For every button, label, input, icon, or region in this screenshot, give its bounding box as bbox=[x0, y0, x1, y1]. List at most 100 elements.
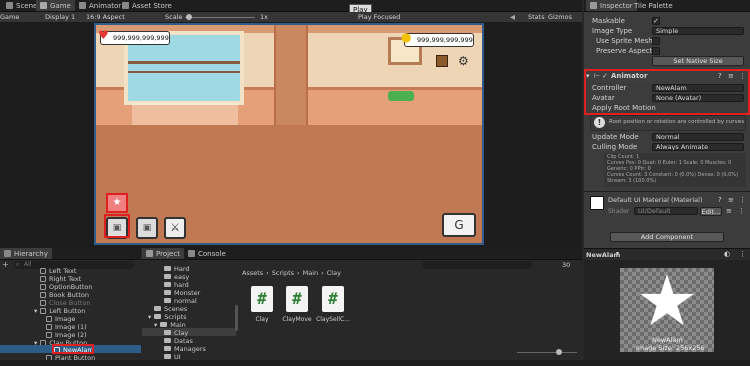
project-search[interactable] bbox=[422, 261, 532, 269]
tab-asset-store[interactable]: Asset Store bbox=[118, 0, 176, 11]
tree-scrollbar[interactable] bbox=[235, 305, 238, 331]
more-options-icon[interactable]: ⋮ bbox=[739, 250, 746, 258]
star-sprite-icon: ★ bbox=[635, 260, 699, 342]
display-mode-dropdown[interactable]: Game bbox=[0, 13, 19, 21]
use-sprite-mesh-row: Use Sprite Mesh bbox=[584, 36, 750, 46]
help-icon[interactable]: ? bbox=[718, 196, 722, 204]
folder-icon bbox=[164, 282, 171, 287]
image-type-row: Image Type Simple bbox=[584, 26, 750, 36]
tab-game[interactable]: Game bbox=[36, 0, 75, 11]
breadcrumb-item[interactable]: Clay bbox=[327, 269, 341, 277]
update-mode-dropdown[interactable]: Normal bbox=[652, 133, 744, 141]
scale-slider-thumb[interactable] bbox=[186, 14, 192, 20]
breadcrumb-item[interactable]: Assets bbox=[242, 269, 263, 277]
preview-header: NewAlam ▾ ◐ ⋮ bbox=[584, 248, 750, 260]
tab-tile-palette[interactable]: Tile Palette bbox=[630, 0, 677, 11]
set-native-size-button[interactable]: Set Native Size bbox=[652, 56, 744, 66]
status-bar bbox=[0, 360, 750, 366]
image-type-label: Image Type bbox=[592, 27, 633, 35]
script-asset[interactable]: # ClaySellC... bbox=[316, 286, 350, 323]
use-sprite-mesh-checkbox[interactable] bbox=[652, 37, 660, 45]
folder-icon bbox=[164, 330, 171, 335]
selected-folder-row[interactable] bbox=[142, 328, 236, 336]
hierarchy-icon bbox=[4, 250, 11, 257]
folder-icon bbox=[146, 250, 153, 257]
folder-icon bbox=[164, 274, 171, 279]
expand-arrow-icon[interactable]: ▾ bbox=[34, 307, 37, 315]
play-focused-dropdown[interactable]: Play Focused bbox=[358, 13, 400, 21]
material-title: Default UI Material (Material) bbox=[608, 196, 703, 204]
update-mode-row: Update Mode Normal bbox=[584, 132, 750, 142]
gameobject-icon bbox=[46, 323, 52, 330]
preview-caption-name: NewAlam bbox=[652, 336, 683, 344]
chevron-down-icon[interactable]: ▾ bbox=[616, 250, 619, 257]
thumbnail-size-thumb[interactable] bbox=[556, 349, 562, 355]
folder-icon bbox=[164, 266, 171, 271]
folder-icon bbox=[164, 346, 171, 351]
root-info-text: Root position or rotation are controlled… bbox=[609, 119, 745, 125]
hierarchy-tab-bar: Hierarchy bbox=[0, 248, 141, 260]
animator-stats-box: Clip Count: 1 Curves Pos: 0 Quat: 0 Eule… bbox=[604, 153, 746, 187]
scale-label: Scale bbox=[165, 13, 183, 21]
game-viewport: ♥ 999,999,999,999 ● 999,999,999,999 ⚙ ★ … bbox=[0, 23, 582, 248]
script-asset[interactable]: # Clay bbox=[245, 286, 279, 323]
sword-button[interactable]: ⚔ bbox=[164, 217, 186, 239]
animator-icon bbox=[79, 2, 86, 9]
bag-button[interactable]: G bbox=[442, 213, 476, 237]
gameobject-icon bbox=[46, 315, 52, 322]
preserve-aspect-label: Preserve Aspect bbox=[596, 47, 653, 55]
preview-caption-size: Image Size: 256x256 bbox=[636, 344, 705, 352]
clay-button-2[interactable]: ▣ bbox=[136, 217, 158, 239]
store-icon bbox=[122, 2, 129, 9]
shader-more-icon[interactable]: ⋮ bbox=[738, 207, 745, 215]
presets-icon[interactable]: ≡ bbox=[728, 196, 734, 204]
csharp-script-icon: # bbox=[286, 286, 308, 312]
stats-button[interactable]: Stats bbox=[528, 13, 545, 21]
csharp-script-icon: # bbox=[251, 286, 273, 312]
breadcrumb-item[interactable]: Scripts bbox=[272, 269, 294, 277]
alarm-star-button[interactable]: ★ bbox=[106, 193, 128, 213]
coins-counter: ● 999,999,999,999 bbox=[401, 31, 474, 47]
inspector-panel: Maskable ✓ Image Type Simple Use Sprite Me… bbox=[584, 12, 750, 248]
add-component-button[interactable]: Add Component bbox=[610, 232, 724, 242]
shader-dropdown[interactable]: UI/Default bbox=[634, 207, 698, 215]
folder-icon bbox=[164, 290, 171, 295]
tab-project[interactable]: Project bbox=[142, 248, 184, 259]
book-icon[interactable] bbox=[436, 55, 448, 67]
shader-menu-icon[interactable]: ≡ bbox=[726, 207, 732, 215]
culling-mode-row: Culling Mode Always Animate bbox=[584, 142, 750, 152]
maskable-checkbox[interactable]: ✓ bbox=[652, 17, 660, 25]
gameobject-icon bbox=[40, 291, 46, 298]
image-type-dropdown[interactable]: Simple bbox=[652, 27, 744, 35]
add-object-button[interactable]: + bbox=[2, 261, 12, 269]
tab-hierarchy[interactable]: Hierarchy bbox=[0, 248, 52, 259]
folder-icon bbox=[154, 314, 162, 319]
mute-audio-icon[interactable]: ◀ bbox=[510, 13, 515, 21]
tab-console[interactable]: Console bbox=[184, 248, 230, 259]
script-asset[interactable]: # ClayMove bbox=[280, 286, 314, 323]
expand-arrow-icon[interactable]: ▾ bbox=[148, 313, 151, 321]
preview-options-icon[interactable]: ◐ bbox=[724, 250, 730, 258]
folder-icon bbox=[154, 306, 161, 311]
more-options-icon[interactable]: ⋮ bbox=[739, 196, 746, 204]
thumbnail-size-slider[interactable] bbox=[517, 352, 577, 353]
scale-value: 1x bbox=[260, 13, 268, 21]
material-swatch[interactable] bbox=[590, 196, 604, 210]
culling-mode-dropdown[interactable]: Always Animate bbox=[652, 143, 744, 151]
game-toolbar: Game Display 1 16:9 Aspect Scale 1x Play… bbox=[0, 12, 582, 23]
use-sprite-mesh-label: Use Sprite Mesh bbox=[596, 37, 653, 45]
window-rail-2 bbox=[128, 71, 240, 73]
edit-shader-button[interactable]: Edit... bbox=[700, 207, 722, 216]
breadcrumb-item[interactable]: Main bbox=[303, 269, 319, 277]
csharp-script-icon: # bbox=[322, 286, 344, 312]
gizmos-button[interactable]: Gizmos bbox=[548, 13, 572, 21]
display-dropdown[interactable]: Display 1 bbox=[45, 13, 75, 21]
aspect-dropdown[interactable]: 16:9 Aspect bbox=[86, 13, 125, 21]
scale-slider[interactable] bbox=[185, 17, 255, 18]
info-icon: ! bbox=[594, 117, 605, 128]
settings-gear-icon[interactable]: ⚙ bbox=[458, 55, 470, 67]
gameobject-icon bbox=[40, 275, 46, 282]
game-screen[interactable]: ♥ 999,999,999,999 ● 999,999,999,999 ⚙ ★ … bbox=[94, 23, 484, 245]
preserve-aspect-checkbox[interactable] bbox=[652, 47, 660, 55]
pillar bbox=[274, 25, 308, 133]
